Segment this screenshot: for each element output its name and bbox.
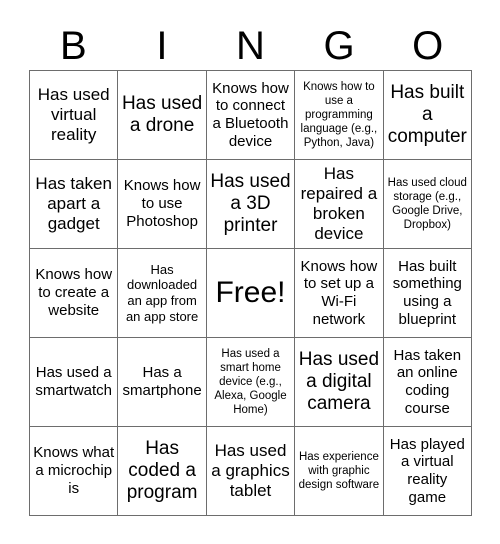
bingo-header: B I N G O xyxy=(29,22,472,70)
bingo-cell[interactable]: Has a smartphone xyxy=(118,338,207,427)
bingo-cell[interactable]: Has taken apart a gadget xyxy=(30,160,119,249)
bingo-card: B I N G O Has used virtual reality Has u… xyxy=(0,0,500,544)
bingo-cell[interactable]: Knows how to create a website xyxy=(30,249,119,338)
header-letter-b: B xyxy=(59,24,87,68)
bingo-cell-text: Has repaired a broken device xyxy=(300,164,378,243)
bingo-cell-text: Knows what a microchip is xyxy=(33,444,115,497)
bingo-cell-text: Has taken an online coding course xyxy=(393,346,462,417)
bingo-cell[interactable]: Has experience with graphic design softw… xyxy=(295,427,384,516)
bingo-cell-text: Free! xyxy=(215,275,286,309)
bingo-cell[interactable]: Has used a 3D printer xyxy=(206,160,296,249)
bingo-cell-text: Has taken apart a gadget xyxy=(35,174,112,233)
bingo-cell[interactable]: Has used a drone xyxy=(118,71,207,160)
bingo-cell-text: Has used a 3D printer xyxy=(210,170,291,237)
bingo-cell[interactable]: Has used virtual reality xyxy=(30,71,119,160)
bingo-cell-text: Has used a drone xyxy=(121,92,203,136)
bingo-cell-text: Has used a smartwatch xyxy=(35,364,113,399)
header-letter-i: I xyxy=(156,24,168,68)
bingo-cell[interactable]: Has taken an online coding course xyxy=(383,338,472,427)
bingo-cell[interactable]: Knows how to connect a Bluetooth device xyxy=(206,71,296,160)
bingo-cell-text: Knows how to create a website xyxy=(35,266,113,319)
bingo-cell[interactable]: Has used a graphics tablet xyxy=(206,427,296,516)
bingo-cell-text: Has built a computer xyxy=(387,81,467,148)
bingo-cell-text: Has experience with graphic design softw… xyxy=(298,450,380,491)
bingo-cell[interactable]: Has repaired a broken device xyxy=(295,160,384,249)
bingo-cell-text: Knows how to set up a Wi-Fi network xyxy=(300,257,378,328)
bingo-cell-free-space[interactable]: Free! xyxy=(206,249,296,338)
bingo-cell-text: Has built something using a blueprint xyxy=(392,257,462,328)
bingo-cell-text: Has used virtual reality xyxy=(37,85,110,144)
header-letter-g: G xyxy=(323,24,355,68)
bingo-cell-text: Knows how to use a programming language … xyxy=(300,80,378,150)
bingo-cell-text: Has coded a program xyxy=(126,437,198,504)
bingo-cell[interactable]: Has used a digital camera xyxy=(295,338,384,427)
header-letter-n: N xyxy=(236,24,265,68)
bingo-cell-text: Has used cloud storage (e.g., Google Dri… xyxy=(387,176,467,232)
bingo-cell[interactable]: Has used a smart home device (e.g., Alex… xyxy=(206,338,296,427)
bingo-cell[interactable]: Has built a computer xyxy=(383,71,472,160)
bingo-cell[interactable]: Knows how to set up a Wi-Fi network xyxy=(295,249,384,338)
bingo-cell-text: Has downloaded an app from an app store xyxy=(125,261,199,324)
bingo-cell[interactable]: Has played a virtual reality game xyxy=(383,427,472,516)
bingo-cell[interactable]: Has downloaded an app from an app store xyxy=(118,249,207,338)
bingo-cell[interactable]: Has used a smartwatch xyxy=(30,338,119,427)
bingo-cell[interactable]: Knows how to use a programming language … xyxy=(295,71,384,160)
bingo-cell-text: Knows how to connect a Bluetooth device xyxy=(212,79,289,150)
bingo-cell-text: Has used a graphics tablet xyxy=(211,441,290,500)
bingo-grid: Has used virtual reality Has used a dron… xyxy=(29,70,472,516)
bingo-cell-text: Has played a virtual reality game xyxy=(389,435,465,506)
bingo-cell-text: Has a smartphone xyxy=(122,364,202,399)
header-letter-o: O xyxy=(412,24,444,68)
bingo-cell-text: Has used a smart home device (e.g., Alex… xyxy=(214,347,287,417)
bingo-cell[interactable]: Has used cloud storage (e.g., Google Dri… xyxy=(383,160,472,249)
bingo-cell[interactable]: Knows what a microchip is xyxy=(30,427,119,516)
bingo-cell-text: Has used a digital camera xyxy=(298,348,380,415)
bingo-cell-text: Knows how to use Photoshop xyxy=(123,177,201,230)
bingo-cell[interactable]: Has coded a program xyxy=(118,427,207,516)
bingo-cell[interactable]: Has built something using a blueprint xyxy=(383,249,472,338)
bingo-cell[interactable]: Knows how to use Photoshop xyxy=(118,160,207,249)
